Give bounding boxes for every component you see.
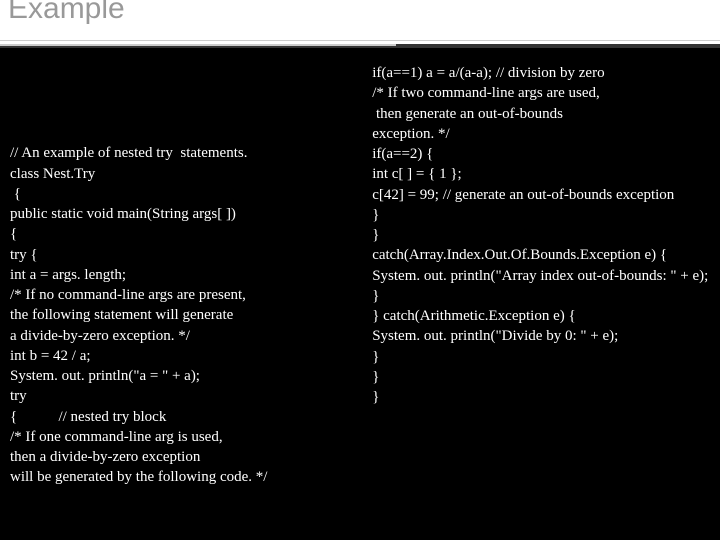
code-line-left-0 [10, 123, 357, 143]
code-line-right-1: /* If two command-line args are used, [372, 83, 710, 103]
slide-title: Example [0, 0, 720, 26]
code-line-right-7: } [372, 205, 710, 225]
code-line-left-12: System. out. println("a = " + a); [10, 366, 357, 386]
code-line-right-6: c[42] = 99; // generate an out-of-bounds… [372, 185, 710, 205]
code-line-left-17: will be generated by the following code.… [10, 467, 357, 487]
left-spacer [10, 63, 357, 123]
code-line-left-10: a divide-by-zero exception. */ [10, 326, 357, 346]
code-column-left: // An example of nested try statements.c… [0, 48, 367, 540]
code-line-left-5: { [10, 224, 357, 244]
code-line-left-11: int b = 42 / a; [10, 346, 357, 366]
code-line-right-11: } [372, 286, 710, 306]
code-line-right-10: System. out. println("Array index out-of… [372, 266, 710, 286]
header-divider-thick [0, 44, 720, 46]
code-line-right-12: } catch(Arithmetic.Exception e) { [372, 306, 710, 326]
code-line-right-15: } [372, 367, 710, 387]
code-line-right-14: } [372, 347, 710, 367]
code-line-left-9: the following statement will generate [10, 305, 357, 325]
code-line-right-3: exception. */ [372, 124, 710, 144]
code-line-right-16: } [372, 387, 710, 407]
code-line-left-8: /* If no command-line args are present, [10, 285, 357, 305]
code-line-right-4: if(a==2) { [372, 144, 710, 164]
code-column-right: if(a==1) a = a/(a-a); // division by zer… [367, 48, 720, 540]
code-line-right-9: catch(Array.Index.Out.Of.Bounds.Exceptio… [372, 245, 710, 265]
code-line-left-3: { [10, 184, 357, 204]
code-line-left-15: /* If one command-line arg is used, [10, 427, 357, 447]
code-line-left-4: public static void main(String args[ ]) [10, 204, 357, 224]
code-line-right-2: then generate an out-of-bounds [372, 104, 710, 124]
code-line-left-7: int a = args. length; [10, 265, 357, 285]
code-line-right-8: } [372, 225, 710, 245]
slide-header: Example [0, 0, 720, 48]
header-divider-thin [0, 40, 720, 41]
slide-content: // An example of nested try statements.c… [0, 48, 720, 540]
code-line-left-1: // An example of nested try statements. [10, 143, 357, 163]
code-line-right-0: if(a==1) a = a/(a-a); // division by zer… [372, 63, 710, 83]
code-line-left-2: class Nest.Try [10, 164, 357, 184]
code-line-left-16: then a divide-by-zero exception [10, 447, 357, 467]
code-line-left-14: { // nested try block [10, 407, 357, 427]
code-line-right-5: int c[ ] = { 1 }; [372, 164, 710, 184]
code-line-left-6: try { [10, 245, 357, 265]
code-line-left-13: try [10, 386, 357, 406]
code-line-right-13: System. out. println("Divide by 0: " + e… [372, 326, 710, 346]
